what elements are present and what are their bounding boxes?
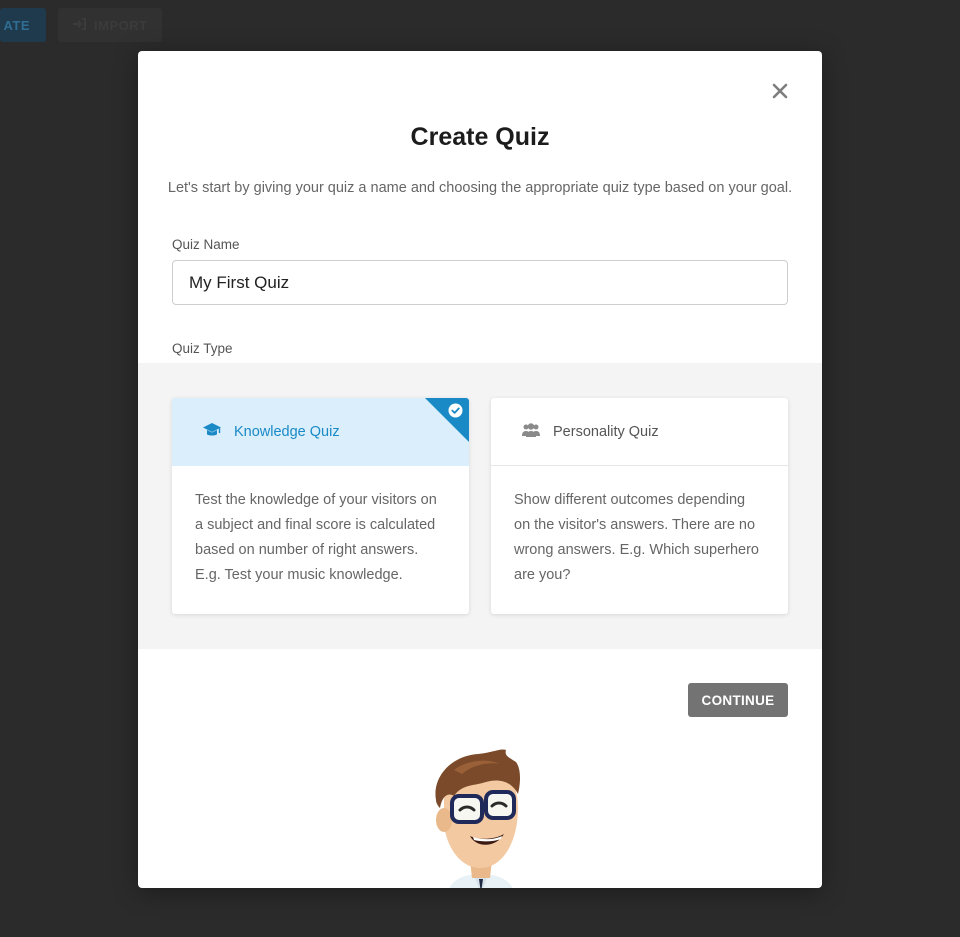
background-toolbar: ATE IMPORT — [0, 8, 162, 42]
quiz-type-card-personality[interactable]: Personality Quiz Show different outcomes… — [491, 398, 788, 614]
card-description: Show different outcomes depending on the… — [514, 492, 759, 583]
quiz-type-section: Knowledge Quiz Test the knowledge of you… — [138, 363, 822, 649]
quiz-name-input[interactable] — [172, 260, 788, 305]
selected-corner-badge — [425, 398, 469, 442]
create-button-label: ATE — [3, 17, 30, 33]
continue-button[interactable]: CONTINUE — [688, 683, 788, 717]
users-icon — [521, 422, 541, 442]
import-button-label: IMPORT — [94, 17, 148, 33]
quiz-type-label: Quiz Type — [172, 341, 233, 356]
quiz-type-card-knowledge[interactable]: Knowledge Quiz Test the knowledge of you… — [172, 398, 469, 614]
quiz-name-label: Quiz Name — [172, 237, 240, 252]
graduation-cap-icon — [202, 422, 222, 442]
create-button-background: ATE — [0, 8, 46, 42]
modal-subtitle: Let's start by giving your quiz a name a… — [167, 180, 793, 196]
card-title: Knowledge Quiz — [234, 424, 340, 440]
close-icon[interactable] — [770, 81, 790, 101]
mascot-illustration — [426, 748, 536, 888]
check-circle-icon — [448, 403, 463, 418]
close-button[interactable] — [770, 81, 790, 101]
import-button-background: IMPORT — [58, 8, 162, 42]
create-quiz-modal: Create Quiz Let's start by giving your q… — [138, 51, 822, 888]
card-description: Test the knowledge of your visitors on a… — [195, 492, 437, 583]
import-icon — [72, 17, 86, 33]
modal-title: Create Quiz — [410, 123, 550, 151]
card-title: Personality Quiz — [553, 423, 659, 440]
card-header: Personality Quiz — [491, 398, 788, 466]
